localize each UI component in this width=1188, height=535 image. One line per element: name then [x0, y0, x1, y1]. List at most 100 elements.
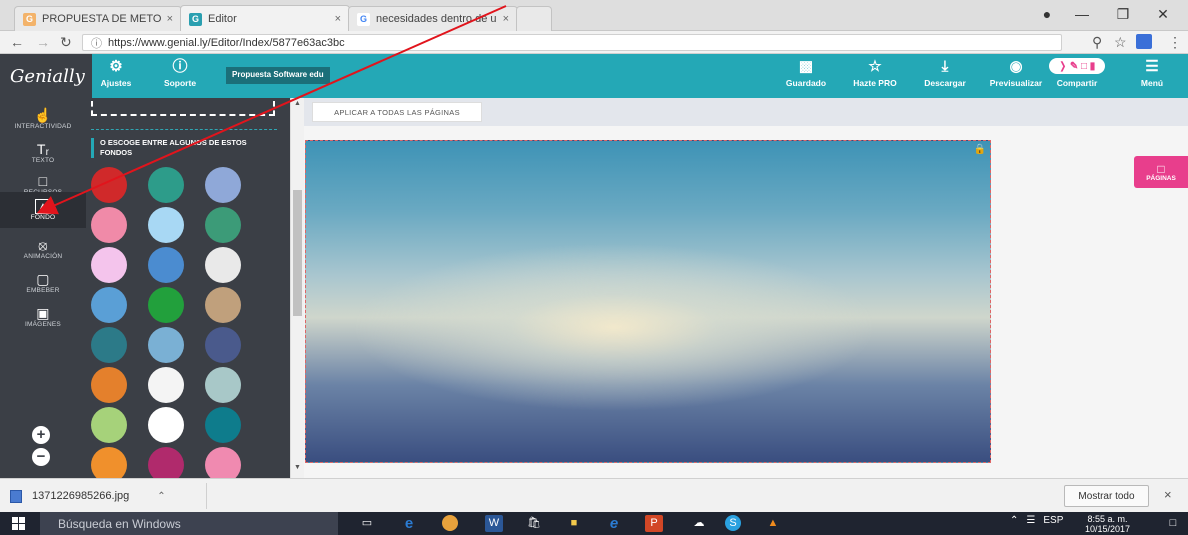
background-swatch[interactable]: [205, 447, 241, 478]
show-all-button[interactable]: Mostrar todo: [1064, 485, 1149, 507]
extension-icon[interactable]: [1136, 34, 1152, 49]
star-icon: ☆: [868, 58, 882, 75]
background-swatch[interactable]: [91, 247, 127, 283]
rail-fondo[interactable]: ▲ FONDO: [0, 192, 86, 228]
upload-dropzone[interactable]: [91, 101, 275, 116]
guardado-button[interactable]: ▩ Guardado: [783, 58, 829, 88]
chevron-up-icon[interactable]: ⌃: [157, 491, 165, 502]
rail-imagenes[interactable]: ▣ IMÁGENES: [0, 296, 86, 336]
download-item[interactable]: 1371226985266.jpg ⌃: [10, 486, 166, 506]
taskbar-search[interactable]: Búsqueda en Windows: [40, 512, 338, 535]
zoom-icon[interactable]: ⚲: [1092, 34, 1102, 51]
compartir-label: Compartir: [1056, 78, 1098, 88]
close-icon[interactable]: ×: [335, 13, 341, 25]
notifications-icon[interactable]: □: [1162, 515, 1184, 532]
downloads-bar: 1371226985266.jpg ⌃ Mostrar todo ×: [0, 478, 1188, 512]
text-icon: Tᵣ: [36, 140, 50, 157]
internet-explorer-icon[interactable]: e: [605, 515, 623, 532]
scroll-up-icon[interactable]: ▲: [294, 100, 301, 107]
reload-icon[interactable]: ↻: [60, 34, 72, 51]
lock-icon[interactable]: 🔒: [974, 144, 986, 155]
chevron-up-icon[interactable]: ⌃: [1010, 515, 1018, 526]
apply-all-pages-button[interactable]: APLICAR A TODAS LAS PÁGINAS: [312, 102, 482, 122]
star-icon[interactable]: ☆: [1114, 34, 1127, 51]
word-icon[interactable]: W: [485, 515, 503, 532]
background-swatch[interactable]: [148, 207, 184, 243]
background-image-icon: ▲: [35, 199, 51, 214]
ajustes-button[interactable]: ⚙ Ajustes: [96, 58, 136, 88]
close-icon[interactable]: ×: [167, 13, 173, 25]
menu-button[interactable]: ☰ Menú: [1132, 58, 1172, 88]
background-swatch[interactable]: [205, 247, 241, 283]
background-swatch[interactable]: [148, 247, 184, 283]
background-swatch[interactable]: [91, 367, 127, 403]
background-swatch[interactable]: [205, 287, 241, 323]
google-favicon-icon: G: [357, 12, 370, 26]
compartir-button[interactable]: ❭ ✎ □ ▮ Compartir: [1048, 58, 1106, 88]
previsualizar-button[interactable]: ◉ Previsualizar: [986, 58, 1046, 88]
forward-icon[interactable]: →: [36, 34, 50, 50]
zoom-out-button[interactable]: −: [32, 448, 50, 466]
scroll-down-icon[interactable]: ▼: [294, 464, 301, 471]
rail-label: ANIMACIÓN: [23, 252, 63, 260]
time: 8:55 a. m.: [1087, 514, 1128, 524]
tab-propuesta[interactable]: G PROPUESTA DE METODO ×: [14, 6, 182, 31]
background-swatch[interactable]: [205, 167, 241, 203]
store-icon[interactable]: 🛍: [525, 515, 543, 532]
background-swatch[interactable]: [205, 407, 241, 443]
tab-editor[interactable]: G Editor ×: [180, 5, 350, 32]
file-explorer-icon[interactable]: ■: [565, 515, 583, 532]
project-name[interactable]: Propuesta Software edu: [226, 67, 330, 84]
edge-icon[interactable]: e: [400, 515, 418, 532]
profile-icon[interactable]: ●: [1032, 6, 1062, 22]
url-field[interactable]: ⓘ https://www.genial.ly/Editor/Index/587…: [82, 34, 1062, 51]
close-window-button[interactable]: ✕: [1148, 6, 1178, 23]
pages-icon: □: [1157, 161, 1165, 176]
background-swatch[interactable]: [148, 367, 184, 403]
image-icon: ▣: [36, 304, 50, 321]
background-swatch[interactable]: [205, 327, 241, 363]
hazte-pro-button[interactable]: ☆ Hazte PRO: [850, 58, 900, 88]
background-swatch[interactable]: [91, 207, 127, 243]
new-tab-button[interactable]: [516, 6, 552, 31]
paginas-button[interactable]: □ PÁGINAS: [1134, 156, 1188, 188]
task-view-icon[interactable]: ▭: [358, 515, 376, 532]
cloud-app-icon[interactable]: ☁: [686, 515, 712, 532]
back-icon[interactable]: ←: [10, 34, 24, 50]
hamburger-icon: ☰: [1145, 58, 1159, 75]
vlc-icon[interactable]: ▲: [764, 515, 782, 532]
language-indicator[interactable]: ESP: [1043, 515, 1063, 526]
background-swatch[interactable]: [148, 167, 184, 203]
background-swatch[interactable]: [205, 207, 241, 243]
close-downloads-icon[interactable]: ×: [1164, 487, 1172, 502]
background-swatch[interactable]: [148, 327, 184, 363]
background-swatch[interactable]: [91, 327, 127, 363]
scroll-thumb[interactable]: [293, 190, 302, 316]
tab-google[interactable]: G necesidades dentro de u ×: [348, 6, 518, 31]
chrome-icon[interactable]: [442, 515, 458, 531]
descargar-button[interactable]: ⤓ Descargar: [920, 58, 970, 88]
background-swatch[interactable]: [148, 407, 184, 443]
clock[interactable]: 8:55 a. m. 10/15/2017: [1085, 514, 1130, 534]
slide-canvas[interactable]: 🔒: [305, 140, 991, 463]
panel-scrollbar[interactable]: ▲ ▼: [290, 98, 304, 478]
background-swatch[interactable]: [148, 287, 184, 323]
zoom-in-button[interactable]: +: [32, 426, 50, 444]
windows-taskbar: Búsqueda en Windows ▭ e W 🛍 ■ e P ☁ S ▲ …: [0, 512, 1188, 535]
background-swatch[interactable]: [148, 447, 184, 478]
soporte-button[interactable]: ⓘ Soporte: [160, 58, 200, 88]
network-icon[interactable]: ☰: [1026, 515, 1035, 526]
background-swatch[interactable]: [91, 287, 127, 323]
menu-dots-icon[interactable]: ⋮: [1168, 34, 1182, 51]
windows-start-icon[interactable]: [12, 517, 25, 530]
minimize-button[interactable]: —: [1067, 6, 1097, 22]
background-swatch[interactable]: [91, 447, 127, 478]
background-swatch[interactable]: [205, 367, 241, 403]
embed-icon: ▢: [36, 270, 50, 287]
maximize-button[interactable]: ❐: [1108, 6, 1138, 23]
background-swatch[interactable]: [91, 407, 127, 443]
skype-icon[interactable]: S: [725, 515, 741, 531]
close-icon[interactable]: ×: [503, 13, 509, 25]
background-swatch[interactable]: [91, 167, 127, 203]
powerpoint-icon[interactable]: P: [645, 515, 663, 532]
